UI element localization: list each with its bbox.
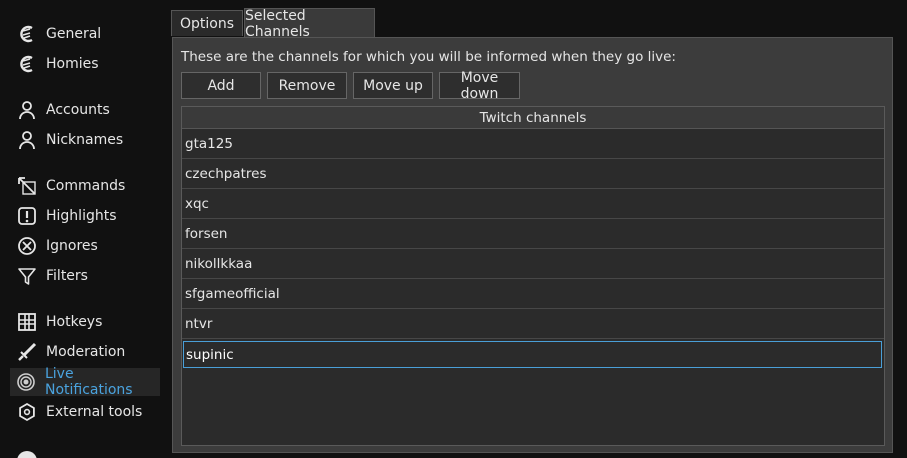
table-row[interactable]: czechpatres xyxy=(182,159,884,189)
user-icon xyxy=(16,99,38,121)
block-icon xyxy=(16,235,38,257)
settings-sidebar: General Homies Accounts Nicknames Comman… xyxy=(0,0,170,458)
sidebar-item-homies[interactable]: Homies xyxy=(10,50,160,78)
gear-icon xyxy=(16,401,38,423)
tab-label: Selected Channels xyxy=(245,7,310,40)
sidebar-item-general[interactable]: General xyxy=(10,20,160,48)
sidebar-item-live-notifications[interactable]: Live Notifications xyxy=(10,366,160,398)
table-row[interactable]: xqc xyxy=(182,189,884,219)
table-row[interactable]: ntvr xyxy=(182,309,884,339)
add-button[interactable]: Add xyxy=(181,72,261,99)
sidebar-item-label: Accounts xyxy=(46,102,110,118)
sidebar-item-label: Commands xyxy=(46,178,126,194)
sidebar-item-label: Hotkeys xyxy=(46,314,103,330)
sidebar-item-label: Homies xyxy=(46,56,99,72)
table-row[interactable]: sfgameofficial xyxy=(182,279,884,309)
move-down-button[interactable]: Move down xyxy=(439,70,520,102)
tab-label: Options xyxy=(179,15,235,32)
exclamation-icon xyxy=(16,205,38,227)
sidebar-item-label: Highlights xyxy=(46,208,117,224)
sidebar-item-external-tools[interactable]: External tools xyxy=(10,398,160,426)
channels-table: Twitch channels gta125 czechpatres xqc f… xyxy=(181,106,885,446)
selected-channels-panel: These are the channels for which you wil… xyxy=(172,37,893,453)
sidebar-item-filters[interactable]: Filters xyxy=(10,262,160,290)
sidebar-item-hotkeys[interactable]: Hotkeys xyxy=(10,308,160,336)
sidebar-item-highlights[interactable]: Highlights xyxy=(10,202,160,230)
sidebar-item-nicknames[interactable]: Nicknames xyxy=(10,126,160,154)
sidebar-item-commands[interactable]: Commands xyxy=(10,172,160,200)
sidebar-item-label: General xyxy=(46,26,102,42)
filter-icon xyxy=(16,265,38,287)
sidebar-item-ignores[interactable]: Ignores xyxy=(10,232,160,260)
tab-options[interactable]: Options xyxy=(171,10,243,36)
tab-selected-channels[interactable]: Selected Channels xyxy=(244,7,375,40)
table-row[interactable]: forsen xyxy=(182,219,884,249)
user-icon xyxy=(16,129,38,151)
sidebar-item-accounts[interactable]: Accounts xyxy=(10,96,160,124)
table-row[interactable]: nikollkkaa xyxy=(182,249,884,279)
live-icon xyxy=(16,371,37,393)
remove-button[interactable]: Remove xyxy=(267,72,347,99)
hotkeys-icon xyxy=(16,311,38,333)
chatterino-icon xyxy=(16,53,38,75)
sidebar-item-label: Filters xyxy=(46,268,88,284)
sidebar-item-label: External tools xyxy=(46,404,143,420)
chatterino-icon xyxy=(16,23,38,45)
sidebar-item-label: Nicknames xyxy=(46,132,124,148)
commands-icon xyxy=(16,175,38,197)
sidebar-item-moderation[interactable]: Moderation xyxy=(10,338,160,366)
panel-description: These are the channels for which you wil… xyxy=(181,49,676,65)
sidebar-item-label: Ignores xyxy=(46,238,98,254)
move-up-button[interactable]: Move up xyxy=(353,72,433,99)
table-row[interactable]: gta125 xyxy=(182,129,884,159)
sidebar-cutoff-icon xyxy=(17,451,37,458)
settings-window: General Homies Accounts Nicknames Comman… xyxy=(0,0,907,458)
channel-edit-input[interactable] xyxy=(183,341,882,368)
sidebar-item-label: Live Notifications xyxy=(44,366,133,398)
sidebar-item-label: Moderation xyxy=(46,344,126,360)
sword-icon xyxy=(16,341,38,363)
table-header[interactable]: Twitch channels xyxy=(182,107,884,129)
